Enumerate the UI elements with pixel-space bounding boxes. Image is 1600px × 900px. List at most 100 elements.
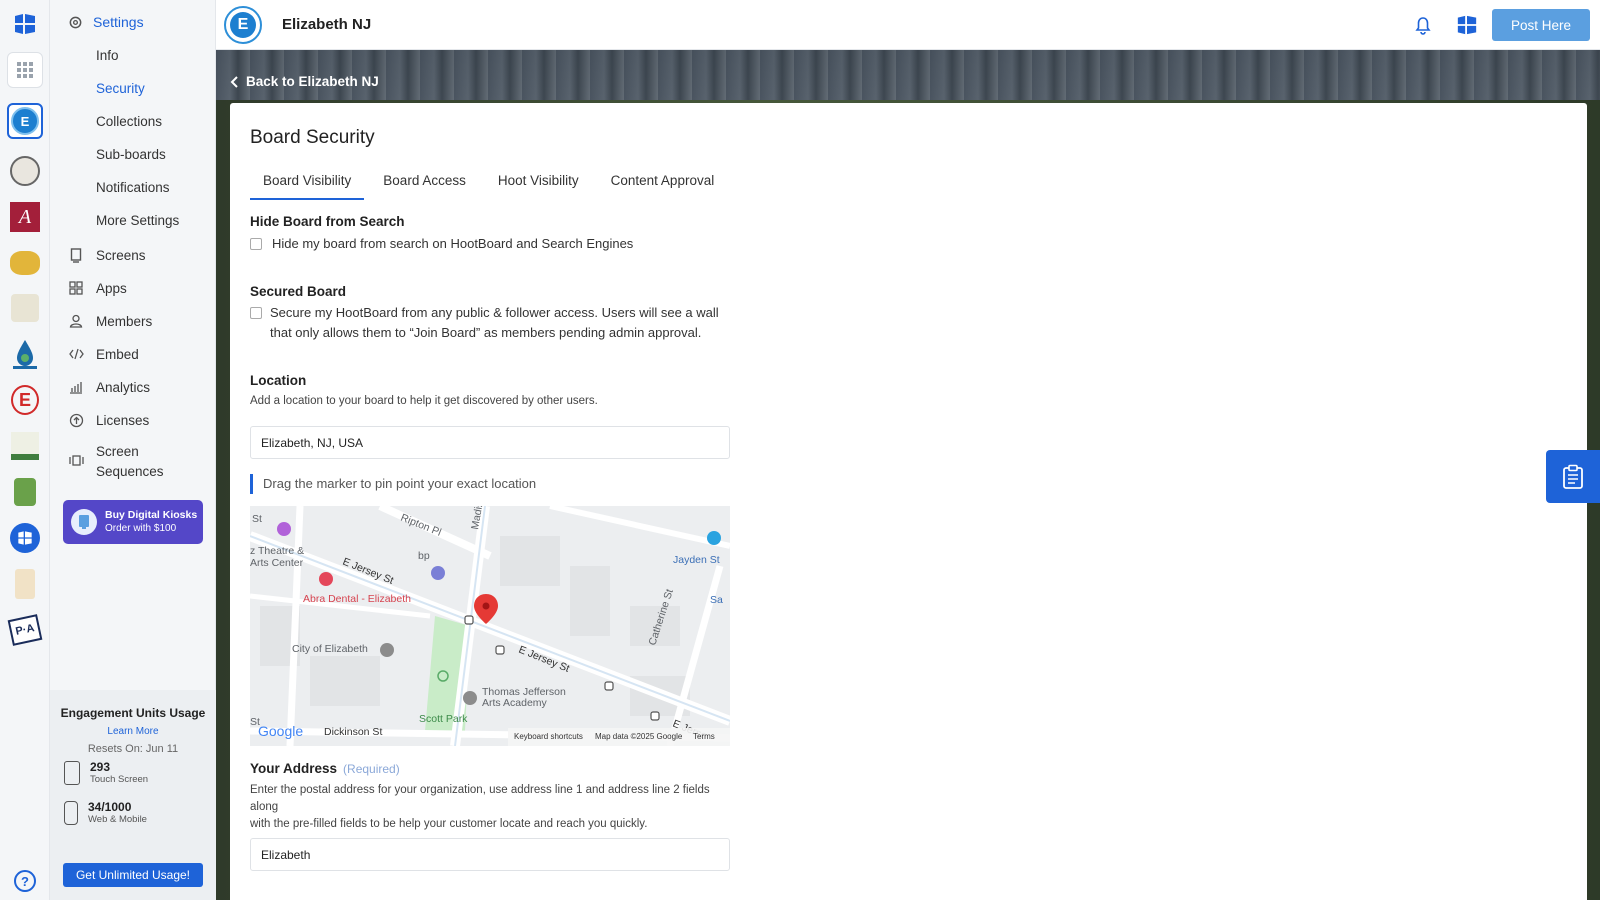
address-line-1-input[interactable] bbox=[250, 838, 730, 871]
page-title: Board Security bbox=[250, 127, 375, 148]
board-avatar-3[interactable]: A bbox=[7, 199, 43, 235]
address-helper-line2: along bbox=[250, 801, 279, 813]
touch-screen-usage: 293 Touch Screen bbox=[64, 760, 148, 786]
buy-digital-kiosks-button[interactable]: Buy Digital Kiosks Order with $100 bbox=[63, 500, 203, 544]
sequences-icon bbox=[68, 452, 84, 468]
map-label-sa: Sa bbox=[710, 594, 723, 606]
sidebar-item-licenses[interactable]: Licenses bbox=[68, 411, 149, 431]
clipboard-panel-button[interactable] bbox=[1546, 450, 1600, 503]
hide-search-option: Hide my board from search on HootBoard a… bbox=[250, 234, 633, 254]
all-boards-grid-icon[interactable] bbox=[7, 52, 43, 88]
touch-screen-caption: Touch Screen bbox=[90, 774, 149, 785]
location-helper: Add a location to your board to help it … bbox=[250, 395, 598, 407]
sidebar-item-label: Licenses bbox=[96, 413, 150, 428]
touch-screen-value: 293 bbox=[90, 760, 111, 774]
sidebar-item-more-settings[interactable]: More Settings bbox=[96, 213, 179, 228]
tab-board-visibility[interactable]: Board Visibility bbox=[250, 165, 365, 200]
board-avatar-5[interactable] bbox=[7, 290, 43, 326]
engagement-usage-panel: Engagement Units Usage Learn More Resets… bbox=[50, 690, 216, 900]
usage-title: Engagement Units Usage bbox=[60, 706, 206, 720]
sidebar-item-collections[interactable]: Collections bbox=[96, 114, 162, 129]
secured-board-label-line1: Secure my HootBoard from any public & fo… bbox=[270, 305, 719, 320]
board-avatar-9[interactable] bbox=[7, 474, 43, 510]
apps-icon bbox=[68, 280, 84, 296]
licenses-icon bbox=[68, 412, 84, 428]
map-data-attribution: Map data ©2025 Google bbox=[595, 732, 683, 741]
hide-search-checkbox[interactable] bbox=[250, 238, 262, 250]
sidebar-item-screens[interactable]: Screens bbox=[68, 246, 146, 266]
sidebar-item-label: Screens bbox=[96, 248, 146, 263]
map-label-scott-park: Scott Park bbox=[419, 713, 468, 725]
sidebar-item-notifications[interactable]: Notifications bbox=[96, 180, 170, 195]
back-link-label: Back to Elizabeth NJ bbox=[246, 74, 379, 89]
sidebar-item-members[interactable]: Members bbox=[68, 312, 152, 332]
hootboard-logo-icon[interactable] bbox=[13, 12, 37, 36]
sidebar-item-info[interactable]: Info bbox=[96, 48, 119, 63]
sidebar-item-embed[interactable]: Embed bbox=[68, 345, 139, 365]
map-label-bp: bp bbox=[418, 550, 430, 562]
board-avatar-10[interactable] bbox=[7, 520, 43, 556]
post-here-button[interactable]: Post Here bbox=[1492, 9, 1590, 41]
board-logo[interactable]: E bbox=[224, 6, 262, 44]
secured-board-checkbox[interactable] bbox=[250, 307, 262, 319]
map-label-theatre-1: z Theatre & bbox=[250, 545, 304, 557]
map-hint: Drag the marker to pin point your exact … bbox=[250, 474, 536, 494]
address-helper-line3: with the pre-filled fields to be help yo… bbox=[250, 818, 648, 830]
members-icon bbox=[68, 313, 84, 329]
hide-search-label: Hide my board from search on HootBoard a… bbox=[272, 236, 634, 251]
sidebar-item-apps[interactable]: Apps bbox=[68, 279, 127, 299]
address-helper-line1: Enter the postal address for your organi… bbox=[250, 784, 710, 796]
promo-title: Buy Digital Kiosks bbox=[105, 509, 198, 521]
sidebar-settings-heading[interactable]: Settings bbox=[68, 14, 144, 30]
bell-icon[interactable] bbox=[1412, 14, 1434, 36]
board-avatar-12[interactable]: P·A bbox=[7, 612, 43, 648]
map-canvas[interactable]: Ripton Pl Madis St z Theatre & Arts Cent… bbox=[250, 506, 730, 746]
top-header: E Elizabeth NJ Post Here bbox=[216, 0, 1600, 50]
location-map[interactable]: Ripton Pl Madis St z Theatre & Arts Cent… bbox=[250, 506, 730, 746]
location-title: Location bbox=[250, 373, 307, 388]
tab-hoot-visibility[interactable]: Hoot Visibility bbox=[485, 165, 592, 200]
board-avatar-7[interactable]: E bbox=[7, 382, 43, 418]
sidebar-settings-label: Settings bbox=[93, 14, 144, 30]
sidebar-item-analytics[interactable]: Analytics bbox=[68, 378, 150, 398]
touch-screen-icon bbox=[64, 761, 80, 785]
board-avatar-2[interactable] bbox=[7, 153, 43, 189]
secured-board-label-line2: that only allows them to “Join Board” as… bbox=[270, 325, 702, 340]
sidebar-item-label: Embed bbox=[96, 347, 139, 362]
web-mobile-value: 34/1000 bbox=[88, 800, 132, 814]
board-elizabeth-nj-avatar[interactable]: E bbox=[7, 103, 43, 139]
settings-sidebar: Settings Info Security Collections Sub-b… bbox=[50, 0, 216, 900]
board-avatar-6[interactable] bbox=[7, 336, 43, 372]
chevron-left-icon bbox=[230, 75, 238, 88]
help-icon[interactable]: ? bbox=[14, 870, 36, 892]
back-to-board-link[interactable]: Back to Elizabeth NJ bbox=[230, 74, 379, 89]
secured-board-option: Secure my HootBoard from any public & fo… bbox=[250, 303, 719, 343]
get-unlimited-usage-button[interactable]: Get Unlimited Usage! bbox=[63, 863, 203, 887]
location-input[interactable] bbox=[250, 426, 730, 459]
sidebar-item-sub-boards[interactable]: Sub-boards bbox=[96, 147, 166, 162]
gear-icon bbox=[69, 16, 82, 28]
learn-more-link[interactable]: Learn More bbox=[50, 726, 216, 737]
web-mobile-caption: Web & Mobile bbox=[88, 814, 147, 825]
map-label-theatre-2: Arts Center bbox=[250, 557, 304, 569]
tab-content-approval[interactable]: Content Approval bbox=[598, 165, 728, 200]
security-tabs: Board Visibility Board Access Hoot Visib… bbox=[250, 165, 733, 200]
usage-reset-date: Resets On: Jun 11 bbox=[87, 743, 179, 755]
sidebar-item-label: Apps bbox=[96, 281, 127, 296]
tab-board-access[interactable]: Board Access bbox=[370, 165, 479, 200]
board-avatar-8[interactable] bbox=[7, 428, 43, 464]
sidebar-item-screen-sequences[interactable]: Screen Sequences bbox=[68, 442, 176, 482]
hide-search-title: Hide Board from Search bbox=[250, 214, 405, 229]
map-keyboard-shortcuts[interactable]: Keyboard shortcuts bbox=[514, 732, 583, 741]
hootboard-icon[interactable] bbox=[1456, 14, 1478, 36]
board-avatar-4[interactable] bbox=[7, 245, 43, 281]
google-logo: Google bbox=[258, 723, 303, 739]
board-avatar-11[interactable] bbox=[7, 566, 43, 602]
map-terms-link[interactable]: Terms bbox=[693, 732, 715, 741]
secured-board-title: Secured Board bbox=[250, 284, 347, 299]
board-name: Elizabeth NJ bbox=[282, 16, 372, 33]
required-tag: (Required) bbox=[343, 762, 400, 776]
board-switcher-rail: E A E P·A ? bbox=[0, 0, 50, 900]
sidebar-item-security[interactable]: Security bbox=[96, 81, 145, 96]
embed-icon bbox=[68, 346, 84, 362]
